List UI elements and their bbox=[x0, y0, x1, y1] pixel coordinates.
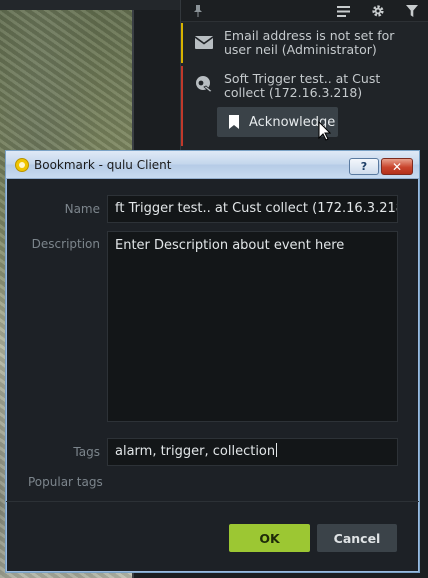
tags-value: alarm, trigger, collection bbox=[115, 444, 276, 459]
description-textarea[interactable]: Enter Description about event here bbox=[107, 231, 398, 422]
gear-icon[interactable] bbox=[369, 2, 387, 20]
bookmark-dialog: Bookmark - qulu Client ? ✕ Name ft Trigg… bbox=[5, 150, 420, 573]
tags-label: Tags bbox=[73, 445, 100, 459]
notification-email[interactable]: Email address is not set for user neil (… bbox=[181, 23, 428, 63]
notification-text: Soft Trigger test.. at Cust collect (172… bbox=[224, 71, 381, 100]
name-label: Name bbox=[64, 202, 100, 216]
text-caret bbox=[276, 443, 278, 457]
bookmark-icon bbox=[229, 115, 239, 129]
filter-icon[interactable] bbox=[403, 2, 421, 20]
dialog-title: Bookmark - qulu Client bbox=[34, 158, 172, 172]
cancel-button[interactable]: Cancel bbox=[317, 524, 397, 552]
top-strip bbox=[0, 0, 180, 10]
email-icon bbox=[193, 33, 215, 51]
notification-text: Email address is not set for user neil (… bbox=[224, 28, 395, 57]
close-button[interactable]: ✕ bbox=[381, 158, 413, 175]
tags-input[interactable]: alarm, trigger, collection bbox=[107, 438, 398, 466]
notifications-panel: Email address is not set for user neil (… bbox=[180, 0, 428, 150]
notification-accent bbox=[181, 66, 183, 146]
notifications-toolbar bbox=[181, 0, 428, 22]
dialog-titlebar[interactable]: Bookmark - qulu Client ? ✕ bbox=[6, 151, 419, 179]
ok-button[interactable]: OK bbox=[229, 524, 310, 552]
name-input[interactable]: ft Trigger test.. at Cust collect (172.1… bbox=[107, 195, 398, 223]
pin-icon[interactable] bbox=[189, 2, 207, 20]
app-logo-icon bbox=[15, 158, 29, 172]
trigger-icon bbox=[193, 75, 215, 93]
notification-accent bbox=[181, 23, 183, 63]
app-window: Email address is not set for user neil (… bbox=[0, 0, 428, 578]
description-label: Description bbox=[31, 237, 100, 251]
list-icon[interactable] bbox=[334, 2, 352, 20]
mouse-cursor-icon bbox=[318, 121, 331, 141]
footer-divider bbox=[6, 501, 419, 502]
popular-tags-label: Popular tags bbox=[28, 475, 103, 489]
help-button[interactable]: ? bbox=[349, 158, 379, 175]
